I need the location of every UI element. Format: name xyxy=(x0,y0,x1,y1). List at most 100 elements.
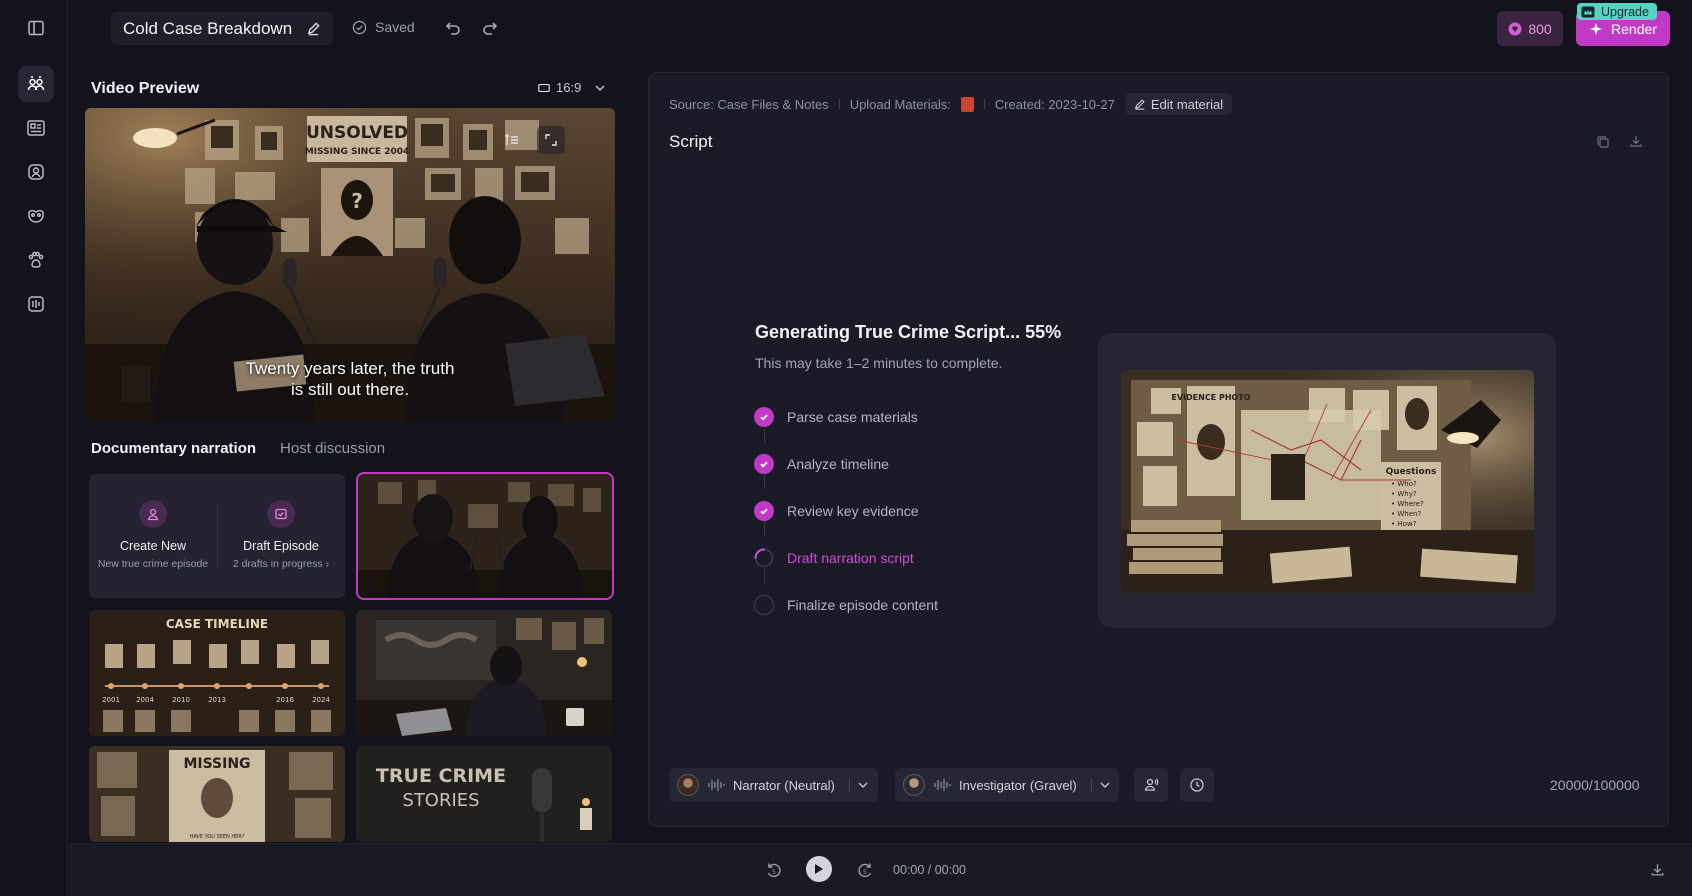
draft-icon xyxy=(267,500,295,528)
left-rail xyxy=(0,0,68,896)
svg-text:5: 5 xyxy=(772,869,776,876)
chevron-down-icon xyxy=(1100,782,1110,788)
thumbnail-missing-image: MISSING HAVE YOU SEEN HER? xyxy=(89,746,345,842)
script-title: Script xyxy=(669,132,713,151)
timeline-year: 2010 xyxy=(172,696,190,704)
download-icon[interactable] xyxy=(1629,134,1643,148)
download-icon[interactable] xyxy=(1650,862,1665,877)
rewind-5-icon[interactable]: 5 xyxy=(765,861,783,879)
svg-text:5: 5 xyxy=(863,869,867,876)
thumbnail-true-crime-stories[interactable]: TRUE CRIME STORIES xyxy=(356,746,612,842)
chevron-right-icon: › xyxy=(325,558,330,570)
create-new-title: Create New xyxy=(120,539,186,553)
missing-subtitle: HAVE YOU SEEN HER? xyxy=(190,834,245,840)
timing-button[interactable] xyxy=(1180,768,1214,802)
video-caption: Twenty years later, the truth is still o… xyxy=(85,358,615,400)
step-connector xyxy=(763,522,765,536)
note-item: • When? xyxy=(1391,510,1421,518)
play-button[interactable] xyxy=(806,856,832,882)
note-item: • How? xyxy=(1391,520,1417,528)
forward-5-icon[interactable]: 5 xyxy=(856,861,874,879)
edit-material-button[interactable]: Edit material xyxy=(1124,93,1233,115)
source-label: Source: Case Files & Notes xyxy=(669,96,829,112)
step-label: Finalize episode content xyxy=(787,597,938,613)
edit-material-label: Edit material xyxy=(1150,96,1224,112)
scene-unsolved-text: UNSOLVED xyxy=(306,123,408,143)
check-icon xyxy=(754,407,774,427)
subtitle-settings-icon[interactable] xyxy=(498,126,526,154)
sidebar-toggle-icon[interactable] xyxy=(18,10,54,46)
rail-audio-icon[interactable] xyxy=(18,286,54,322)
thumbnail-investigator-desk[interactable] xyxy=(356,610,612,736)
create-new-button[interactable]: Create New New true crime episode xyxy=(89,474,217,598)
copy-icon[interactable] xyxy=(1596,135,1610,149)
thumbnail-missing-poster[interactable]: MISSING HAVE YOU SEEN HER? xyxy=(89,746,345,842)
rail-paw-icon[interactable] xyxy=(18,242,54,278)
user-icon xyxy=(139,500,167,528)
rail-storyboard-icon[interactable] xyxy=(18,110,54,146)
step-label: Analyze timeline xyxy=(787,456,889,472)
draft-episode-title: Draft Episode xyxy=(243,539,319,553)
note-item: • Why? xyxy=(1391,490,1417,498)
thumbnail-case-timeline[interactable]: CASE TIMELINE 2001 2004 2010 2013 2016 2… xyxy=(89,610,345,736)
scene-missing-text: MISSING SINCE 2004 xyxy=(305,147,410,157)
video-preview-title: Video Preview xyxy=(91,80,200,97)
rail-podcast-icon[interactable] xyxy=(18,66,54,102)
draft-episode-button[interactable]: Draft Episode 2 drafts in progress › xyxy=(217,474,345,598)
character-count: 20000/100000 xyxy=(1550,777,1640,793)
rail-avatar-icon[interactable] xyxy=(18,154,54,190)
thumbnail-podcast-image xyxy=(358,474,612,598)
draft-episode-subtitle: 2 drafts in progress › xyxy=(233,558,329,570)
credits-badge[interactable]: 800 xyxy=(1497,11,1563,46)
step-label: Parse case materials xyxy=(787,409,918,425)
rail-mask-icon[interactable] xyxy=(18,198,54,234)
tab-documentary-narration[interactable]: Documentary narration xyxy=(91,440,256,457)
step-parse-materials: Parse case materials xyxy=(754,407,918,427)
step-draft-script: Draft narration script xyxy=(754,548,914,568)
project-title-pill[interactable]: Cold Case Breakdown xyxy=(111,12,334,45)
upgrade-badge[interactable]: Upgrade xyxy=(1577,3,1657,20)
pending-circle-icon xyxy=(754,595,774,615)
narration-tabs: Documentary narration Host discussion xyxy=(91,440,385,457)
step-connector xyxy=(763,429,765,443)
material-meta-bar: Source: Case Files & Notes Upload Materi… xyxy=(669,93,1233,115)
avatar xyxy=(677,774,699,796)
waveform-icon xyxy=(707,778,725,792)
check-icon xyxy=(754,501,774,521)
thumbnail-podcast-hosts[interactable] xyxy=(356,472,614,600)
pdf-file-icon[interactable] xyxy=(960,96,974,112)
chevron-down-icon xyxy=(595,85,605,91)
divider xyxy=(848,778,850,792)
aspect-ratio-select[interactable]: 16:9 xyxy=(538,80,605,95)
chevron-down-icon xyxy=(858,782,868,788)
avatar xyxy=(903,774,925,796)
save-status: Saved xyxy=(352,19,415,35)
check-circle-icon xyxy=(352,20,367,35)
voice-select-narrator[interactable]: Narrator (Neutral) xyxy=(669,768,878,802)
sparkle-icon xyxy=(1589,22,1603,36)
stories-line-1: TRUE CRIME xyxy=(376,765,506,787)
divider xyxy=(838,98,840,110)
pencil-icon[interactable] xyxy=(306,21,321,36)
tab-host-discussion[interactable]: Host discussion xyxy=(280,440,385,457)
voice-name-investigator: Investigator (Gravel) xyxy=(959,777,1077,793)
fullscreen-icon[interactable] xyxy=(537,126,565,154)
spinner-icon xyxy=(754,548,774,568)
thumbnail-timeline-image: CASE TIMELINE 2001 2004 2010 2013 2016 2… xyxy=(89,610,345,736)
timeline-year: 2016 xyxy=(276,696,294,704)
timeline-year: 2013 xyxy=(208,696,226,704)
redo-icon[interactable] xyxy=(481,19,499,37)
person-voice-icon xyxy=(1143,777,1159,793)
render-label: Render xyxy=(1611,20,1657,37)
divider xyxy=(983,98,985,110)
generation-progress-subtitle: This may take 1–2 minutes to complete. xyxy=(755,355,1003,371)
voice-name-narrator: Narrator (Neutral) xyxy=(733,777,835,793)
voice-select-investigator[interactable]: Investigator (Gravel) xyxy=(895,768,1119,802)
undo-icon[interactable] xyxy=(444,19,462,37)
evidence-board-image: EVIDENCE PHOTO Questions • Who? • Why? •… xyxy=(1121,370,1534,593)
voice-assign-button[interactable] xyxy=(1134,768,1168,802)
evidence-board-illustration: EVIDENCE PHOTO Questions • Who? • Why? •… xyxy=(1121,370,1534,593)
timeline-year: 2024 xyxy=(312,696,330,704)
video-preview-frame[interactable]: UNSOLVED MISSING SINCE 2004 ? Twenty yea… xyxy=(85,108,615,421)
timeline-title: CASE TIMELINE xyxy=(166,617,268,631)
